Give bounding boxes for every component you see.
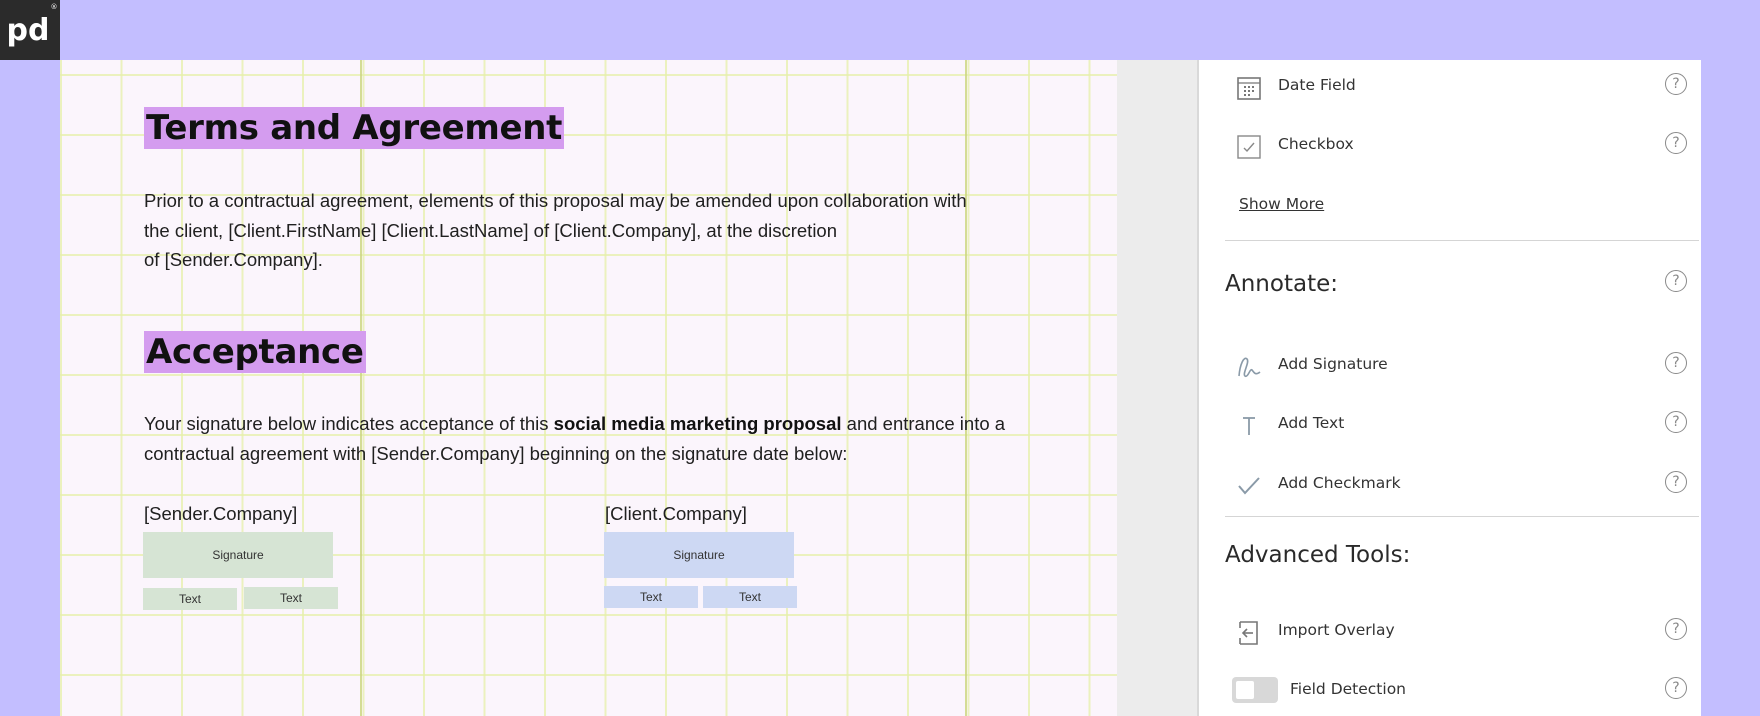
canvas-margin [1117,60,1197,716]
sender-signature-field[interactable]: Signature [143,532,333,578]
acceptance-text-a: Your signature below indicates acceptanc… [144,413,554,434]
help-icon[interactable]: ? [1665,411,1687,433]
client-text-field-1[interactable]: Text [604,586,698,608]
checkbox-icon [1237,135,1261,159]
annotate-item-signature[interactable]: Add Signature ? [1199,346,1699,386]
acceptance-heading[interactable]: Acceptance [144,331,366,373]
advanced-label-import-overlay: Import Overlay [1278,621,1395,639]
acceptance-line-2: contractual agreement with [Sender.Compa… [144,442,848,464]
section-divider [1225,516,1699,517]
field-detection-toggle[interactable] [1232,677,1278,703]
help-icon[interactable]: ? [1665,132,1687,154]
terms-line-1: Prior to a contractual agreement, elemen… [144,190,967,211]
pandadoc-logo[interactable]: pd ® [0,0,60,60]
signature-icon [1238,357,1261,378]
annotate-label-text: Add Text [1278,414,1345,432]
terms-line-2: the client, [Client.FirstName] [Client.L… [144,219,838,241]
help-icon[interactable]: ? [1665,270,1687,292]
help-icon[interactable]: ? [1665,677,1687,699]
help-icon[interactable]: ? [1665,352,1687,374]
annotate-label-checkmark: Add Checkmark [1278,474,1401,492]
advanced-item-field-detection[interactable]: Field Detection ? [1199,671,1699,711]
grid-guide-line [360,60,362,716]
field-label-checkbox: Checkbox [1278,135,1354,153]
terms-line-3: of [Sender.Company]. [144,249,323,270]
fields-side-panel: Date Field ? Checkbox ? Show More Annota… [1197,60,1701,716]
advanced-item-import-overlay[interactable]: Import Overlay ? [1199,612,1699,652]
annotate-item-text[interactable]: Add Text ? [1199,405,1699,445]
text-icon [1243,417,1255,435]
help-icon[interactable]: ? [1665,73,1687,95]
document-canvas[interactable]: Terms and Agreement Prior to a contractu… [60,60,1117,716]
client-company-label: [Client.Company] [605,503,747,524]
field-item-date[interactable]: Date Field ? [1199,67,1699,107]
sender-text-field-1[interactable]: Text [143,588,237,610]
logo-mark-icon: pd ® [7,3,58,48]
acceptance-line-1: Your signature below indicates acceptanc… [144,409,1005,439]
field-item-checkbox[interactable]: Checkbox ? [1199,126,1699,166]
acceptance-bold-phrase: social media marketing proposal [553,413,842,434]
acceptance-text-b: and entrance into a [841,413,1006,434]
checkmark-icon [1238,477,1260,495]
grid-guide-line [965,60,967,716]
advanced-label-field-detection: Field Detection [1290,680,1407,698]
annotate-label-signature: Add Signature [1278,355,1388,373]
advanced-section-title: Advanced Tools: [1225,542,1411,568]
client-text-field-2[interactable]: Text [703,586,797,608]
sender-company-label: [Sender.Company] [144,503,298,524]
annotate-item-checkmark[interactable]: Add Checkmark ? [1199,465,1699,505]
help-icon[interactable]: ? [1665,471,1687,493]
terms-heading[interactable]: Terms and Agreement [144,107,565,149]
sender-text-field-2[interactable]: Text [244,587,338,609]
show-more-link[interactable]: Show More [1239,195,1324,213]
logo-text: pd [7,13,50,48]
client-signature-field[interactable]: Signature [604,532,794,578]
field-label-date: Date Field [1278,76,1356,94]
calendar-icon [1237,77,1261,100]
help-icon[interactable]: ? [1665,618,1687,640]
terms-paragraph[interactable]: Prior to a contractual agreement, elemen… [144,186,967,275]
acceptance-paragraph[interactable]: Your signature below indicates acceptanc… [144,409,1005,468]
section-divider [1225,240,1699,241]
logo-registered-mark: ® [51,3,58,11]
import-icon [1239,621,1258,645]
annotate-section-title: Annotate: [1225,271,1338,297]
